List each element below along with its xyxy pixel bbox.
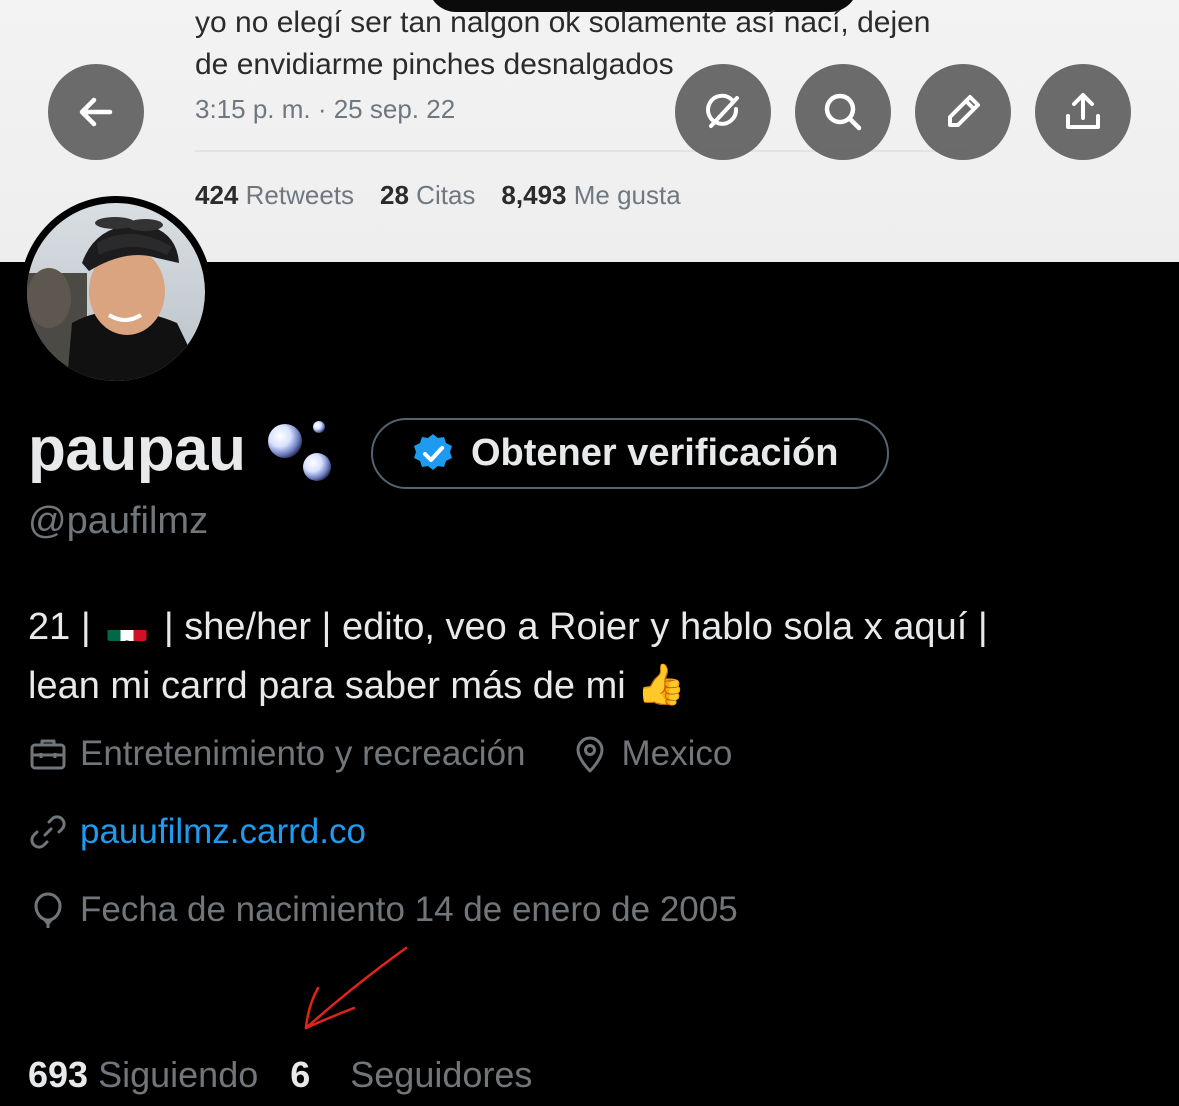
profile-location: Mexico	[621, 734, 733, 773]
avatar[interactable]	[20, 196, 212, 388]
profile-handle: @paufilmz	[28, 500, 209, 542]
followers-link[interactable]: 6 Seguidores	[290, 1054, 532, 1096]
likes-stat: 8,493 Me gusta	[501, 180, 681, 210]
search-button[interactable]	[795, 64, 891, 160]
mexico-flag-icon	[107, 615, 147, 641]
profile-meta-row: Entretenimiento y recreación Mexico	[28, 734, 732, 774]
share-icon	[1066, 93, 1100, 129]
profile-website-link[interactable]: pauufilmz.carrd.co	[80, 812, 366, 852]
follow-stats: 693 Siguiendo 6 Seguidores	[28, 1054, 532, 1096]
location-pin-icon	[576, 736, 603, 773]
back-button[interactable]	[48, 64, 144, 160]
back-arrow-icon	[79, 97, 113, 127]
balloon-icon	[34, 892, 62, 928]
profile-bio: 21 | | she/her | edito, veo a Roier y ha…	[28, 598, 1148, 715]
get-verified-label: Obtener verificación	[471, 432, 839, 474]
edit-button[interactable]	[915, 64, 1011, 160]
profile-category: Entretenimiento y recreación	[80, 734, 526, 773]
get-verified-button[interactable]: Obtener verificación	[371, 418, 889, 489]
banner-tweet-stats: 424 Retweets 28 Citas 8,493 Me gusta	[195, 180, 681, 211]
edit-pencil-icon	[948, 95, 980, 127]
banner-tweet-line: yo no elegí ser tan nalgon ok solamente …	[195, 6, 931, 39]
share-button[interactable]	[1035, 64, 1131, 160]
briefcase-icon	[30, 739, 66, 770]
bio-text: | she/her | edito, veo a Roier y hablo s…	[153, 606, 988, 648]
following-link[interactable]: 693 Siguiendo	[28, 1054, 258, 1096]
name-row: paupau	[28, 414, 337, 485]
display-name: paupau	[28, 415, 246, 484]
bio-text: 21 |	[28, 606, 102, 648]
profile-birthday-row: Fecha de nacimiento 14 de enero de 2005	[28, 890, 738, 930]
thumbs-up-emoji: 👍	[636, 663, 687, 707]
profile-website-row[interactable]: pauufilmz.carrd.co	[28, 812, 366, 852]
bubbles-emoji-icon	[268, 420, 332, 481]
grok-button[interactable]	[675, 64, 771, 160]
profile-birthday: Fecha de nacimiento 14 de enero de 2005	[80, 890, 738, 929]
annotation-arrow-icon	[304, 946, 408, 1030]
verified-badge-icon	[414, 433, 452, 470]
retweets-stat: 424 Retweets	[195, 180, 355, 210]
grok-icon	[706, 93, 739, 128]
quotes-stat: 28 Citas	[380, 180, 476, 210]
bio-text: lean mi carrd para saber más de mi	[28, 665, 637, 707]
avatar-photo	[27, 203, 205, 381]
banner-tweet-time: 3:15 p. m. · 25 sep. 22	[195, 94, 456, 124]
search-icon	[824, 93, 862, 131]
link-icon	[30, 815, 66, 849]
